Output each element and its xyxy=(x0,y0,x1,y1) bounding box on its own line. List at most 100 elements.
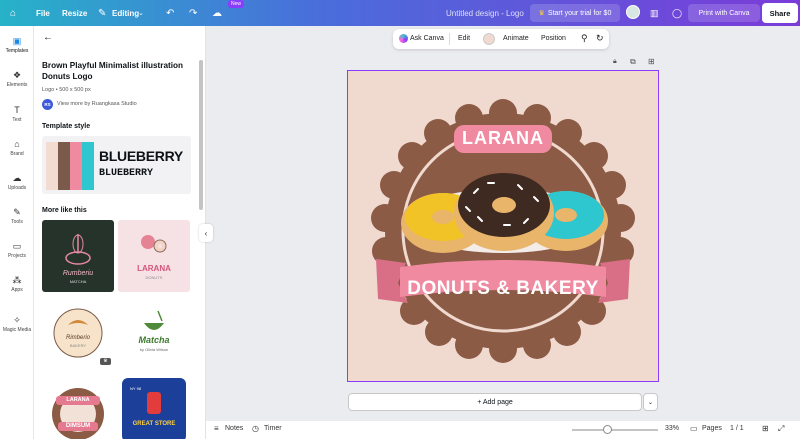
projects-icon: ▭ xyxy=(12,241,22,251)
template-style-card[interactable]: BLUEBERRY BLUEBERRY xyxy=(42,136,191,194)
edit-button[interactable]: Edit xyxy=(458,35,470,42)
rail-item-templates[interactable]: ▣ Templates xyxy=(0,36,34,54)
thumb-title: Matcha xyxy=(138,335,170,345)
grid-view-icon[interactable]: ⊞ xyxy=(762,424,769,433)
top-bar: ⌂ File Resize ✎ Editing ⌄ ↶ ↷ ☁ New Unti… xyxy=(0,0,800,26)
panel-scrollbar[interactable] xyxy=(199,60,203,210)
duplicate-icon[interactable]: ⧉ xyxy=(630,57,636,67)
print-with-canva-button[interactable]: Print with Canva xyxy=(688,4,760,22)
add-page-icon[interactable]: ⊞ xyxy=(648,57,655,66)
color-swatch-button[interactable] xyxy=(483,33,495,45)
matcha-bowl-illustration xyxy=(144,310,164,330)
fullscreen-icon[interactable]: ⤢ xyxy=(778,424,784,434)
donut-illustration xyxy=(141,235,167,253)
zoom-slider-handle[interactable] xyxy=(603,425,612,434)
share-button[interactable]: Share xyxy=(762,3,798,23)
rail-item-brand[interactable]: ⌂ Brand xyxy=(0,139,34,157)
paint-roller-icon[interactable]: ⚲ xyxy=(581,33,588,44)
rail-label: Templates xyxy=(5,48,29,54)
collapse-panel-button[interactable]: ‹ xyxy=(199,224,213,242)
pages-button[interactable]: Pages xyxy=(702,425,722,432)
rail-item-apps[interactable]: ⁂ Apps xyxy=(0,275,34,293)
add-page-button[interactable]: + Add page xyxy=(348,393,642,411)
home-icon[interactable]: ⌂ xyxy=(10,0,16,26)
thumb-subtitle: by Olivia Wilson xyxy=(139,347,169,352)
crown-icon: ♛ xyxy=(538,10,545,17)
document-title[interactable]: Untitled design - Logo xyxy=(446,0,524,26)
rail-item-magic-media[interactable]: ✧ Magic Media xyxy=(0,315,34,333)
rail-label: Magic Media xyxy=(2,327,32,333)
timer-button[interactable]: Timer xyxy=(264,425,282,432)
thumb-subtitle: MATCHA xyxy=(69,279,87,284)
chevron-down-icon[interactable]: ⌄ xyxy=(643,393,658,411)
resize-button[interactable]: Resize xyxy=(62,0,87,26)
thumb-title: LARANA xyxy=(137,264,171,273)
animate-button[interactable]: Animate xyxy=(503,35,529,42)
tools-icon: ✎ xyxy=(13,207,21,217)
template-thumbnail[interactable]: Rimberio BAKERY ♛ xyxy=(42,297,114,369)
timer-icon: ◷ xyxy=(252,424,259,433)
thumb-title: Rumberiu xyxy=(62,270,94,277)
design-canvas[interactable]: LARANA DONUTS & BAKERY xyxy=(347,70,659,382)
logo-top-text: LARANA xyxy=(462,128,544,148)
magic-media-icon: ✧ xyxy=(13,315,21,325)
thumb-title: Rimberio xyxy=(65,335,90,341)
template-thumbnail[interactable]: Matcha by Olivia Wilson xyxy=(118,297,190,369)
dimsum-badge-illustration xyxy=(52,388,104,439)
page-count: 1 / 1 xyxy=(730,425,744,432)
canva-ai-icon xyxy=(399,34,408,43)
notes-icon: ≡ xyxy=(214,424,219,433)
rail-label: Uploads xyxy=(7,185,27,191)
rail-label: Elements xyxy=(6,82,28,88)
style-swatch-2 xyxy=(58,142,70,190)
rail-item-projects[interactable]: ▭ Projects xyxy=(0,241,34,259)
file-menu[interactable]: File xyxy=(36,0,50,26)
context-toolbar: Ask Canva Edit Animate Position ⚲ ↻ xyxy=(393,29,609,49)
template-style-heading: Template style xyxy=(42,123,91,130)
editing-mode-dropdown[interactable]: Editing xyxy=(112,0,139,26)
undo-icon[interactable]: ↶ xyxy=(166,0,174,26)
style-font-sample-1: BLUEBERRY xyxy=(99,148,183,164)
rail-item-tools[interactable]: ✎ Tools xyxy=(0,207,34,225)
rail-label: Text xyxy=(12,117,22,123)
chevron-left-icon: ‹ xyxy=(204,228,208,238)
position-button[interactable]: Position xyxy=(541,35,566,42)
zoom-level[interactable]: 33% xyxy=(665,425,679,432)
rail-item-text[interactable]: T Text xyxy=(0,105,34,123)
template-thumbnail[interactable]: LARANA DIMSUM xyxy=(42,374,114,439)
template-title: Brown Playful Minimalist illustration Do… xyxy=(42,61,184,81)
back-arrow-icon[interactable]: ← xyxy=(43,32,53,43)
more-like-this-heading: More like this xyxy=(42,207,87,214)
style-swatch-4 xyxy=(82,142,94,190)
template-thumbnail[interactable]: NY 98 GREAT STORE xyxy=(118,374,190,439)
chevron-down-icon[interactable]: ⌄ xyxy=(138,0,144,26)
bottom-bar: ≡ Notes ◷ Timer 33% ▭ Pages 1 / 1 ⊞ ⤢ xyxy=(206,421,800,439)
redo-icon[interactable]: ↷ xyxy=(189,0,197,26)
start-trial-label: Start your trial for $0 xyxy=(547,9,612,17)
style-swatch-3 xyxy=(70,142,82,190)
rail-item-elements[interactable]: ❖ Elements xyxy=(0,70,34,88)
notes-button[interactable]: Notes xyxy=(225,425,243,432)
donuts-logo-artwork xyxy=(348,71,658,381)
avatar[interactable] xyxy=(626,5,640,19)
author-link[interactable]: View more by Ruangkasa Studio xyxy=(57,101,137,107)
zoom-slider-track[interactable] xyxy=(572,429,658,431)
analytics-icon[interactable]: ▥ xyxy=(650,0,659,26)
cloud-sync-icon[interactable]: ☁ xyxy=(212,0,222,26)
side-rail: ▣ Templates ❖ Elements T Text ⌂ Brand ☁ Uploa… xyxy=(0,26,34,439)
replace-icon[interactable]: ↻ xyxy=(596,33,604,44)
ask-canva-button[interactable]: Ask Canva xyxy=(410,35,444,42)
comments-icon[interactable]: ◯ xyxy=(672,0,682,26)
thumb-title: GREAT STORE xyxy=(132,421,176,427)
elements-icon: ❖ xyxy=(12,70,22,80)
rail-label: Brand xyxy=(10,151,24,157)
template-meta: Logo • 500 x 500 px xyxy=(42,87,91,93)
apps-icon: ⁂ xyxy=(12,275,22,285)
template-thumbnail[interactable]: Rumberiu MATCHA xyxy=(42,220,114,292)
lock-icon[interactable]: 🔒︎ xyxy=(613,58,617,66)
rail-item-uploads[interactable]: ☁ Uploads xyxy=(0,173,34,191)
template-thumbnail[interactable]: LARANA DONUTS xyxy=(118,220,190,292)
start-trial-button[interactable]: ♛ Start your trial for $0 xyxy=(530,4,620,22)
brand-icon: ⌂ xyxy=(14,139,20,149)
rail-label: Projects xyxy=(7,253,27,259)
